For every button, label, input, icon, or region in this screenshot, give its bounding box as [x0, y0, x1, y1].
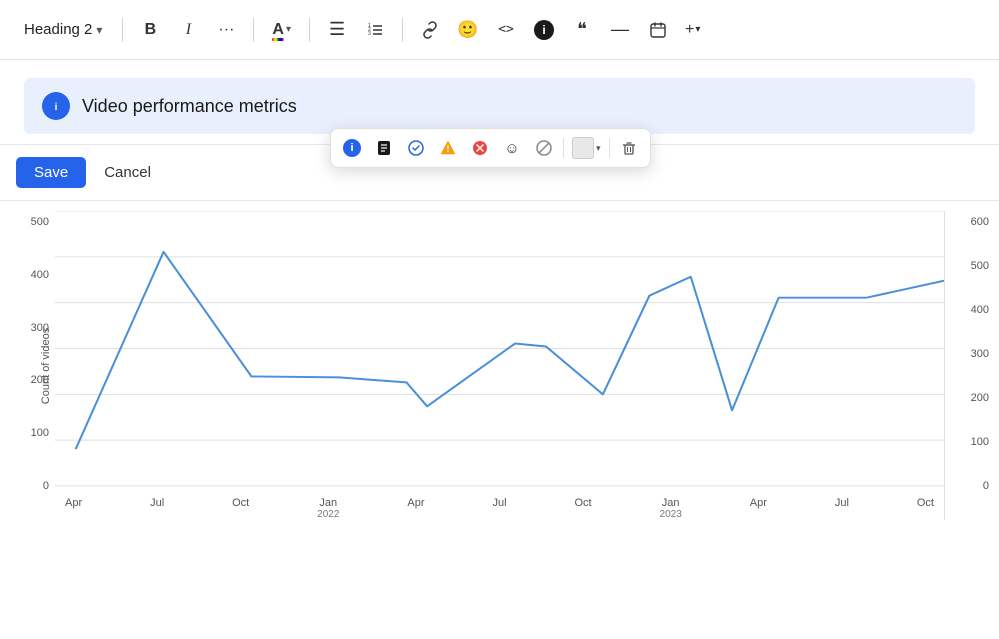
right-y-100: 100	[971, 436, 989, 448]
main-toolbar: Heading 2 ▾ B I ··· A ▾ ☰ 1 2 3 🙂 <>	[0, 0, 999, 60]
italic-button[interactable]: I	[173, 15, 203, 45]
float-color-chevron-icon: ▾	[596, 143, 601, 154]
divider-3	[309, 18, 310, 42]
heading-label: Heading 2	[24, 21, 92, 38]
info-callout[interactable]: i Video performance metrics	[24, 78, 975, 134]
color-bar	[272, 38, 284, 41]
callout-info-icon: i	[42, 92, 70, 120]
divider-1	[122, 18, 123, 42]
divider-2	[253, 18, 254, 42]
right-y-axis: 600 500 400 300 200 100 0	[944, 211, 999, 520]
right-y-600: 600	[971, 216, 989, 228]
x-label-apr3: Apr	[750, 497, 767, 520]
quote-button[interactable]: ❝	[567, 15, 597, 45]
float-check-button[interactable]	[401, 133, 431, 163]
heading-select[interactable]: Heading 2 ▾	[16, 17, 110, 42]
code-button[interactable]: <>	[491, 15, 521, 45]
x-label-jan2023: Jan 2023	[660, 497, 682, 520]
heading-chevron-icon: ▾	[96, 23, 102, 37]
cancel-button[interactable]: Cancel	[96, 157, 159, 188]
chart-container: Count of videos 500 400 300 200 100 0	[0, 200, 999, 520]
unordered-list-button[interactable]: ☰	[322, 15, 352, 45]
right-y-500: 500	[971, 260, 989, 272]
right-y-200: 200	[971, 392, 989, 404]
float-divider	[563, 138, 564, 158]
plus-more-button[interactable]: + ▾	[681, 15, 704, 45]
float-note-button[interactable]	[369, 133, 399, 163]
x-label-jan2022: Jan 2022	[317, 497, 339, 520]
callout-text: Video performance metrics	[82, 96, 297, 117]
float-info-button[interactable]: i	[337, 133, 367, 163]
calendar-button[interactable]	[643, 15, 673, 45]
info-circle-button[interactable]: i	[529, 15, 559, 45]
float-emoji-button[interactable]: ☺	[497, 133, 527, 163]
ordered-list-button[interactable]: 1 2 3	[360, 15, 390, 45]
color-button[interactable]: A ▾	[266, 17, 297, 43]
divider-4	[402, 18, 403, 42]
y-label-400: 400	[31, 269, 49, 281]
x-label-oct2: Oct	[574, 497, 591, 520]
svg-text:3: 3	[368, 31, 371, 37]
float-color-button[interactable]: ▾	[568, 133, 605, 163]
color-chevron-icon: ▾	[286, 24, 291, 35]
save-button[interactable]: Save	[16, 157, 86, 188]
float-color-swatch	[572, 137, 594, 159]
right-y-400: 400	[971, 304, 989, 316]
y-axis-title: Count of videos	[40, 327, 52, 403]
emoji-button[interactable]: 🙂	[453, 15, 483, 45]
link-button[interactable]	[415, 15, 445, 45]
float-error-button[interactable]	[465, 133, 495, 163]
x-label-jul: Jul	[150, 497, 164, 520]
bold-button[interactable]: B	[135, 15, 165, 45]
right-y-300: 300	[971, 348, 989, 360]
x-label-apr2: Apr	[407, 497, 424, 520]
right-y-0: 0	[983, 480, 989, 492]
x-label-oct: Oct	[232, 497, 249, 520]
float-toolbar: i !	[330, 128, 651, 168]
float-block-button[interactable]	[529, 133, 559, 163]
y-label-500: 500	[31, 216, 49, 228]
x-label-apr: Apr	[65, 497, 82, 520]
float-divider-2	[609, 138, 610, 158]
chart-svg-area: Apr Jul Oct Jan 2022 Apr Jul Oct Jan 202…	[55, 211, 944, 520]
x-label-oct3: Oct	[917, 497, 934, 520]
color-icon: A	[272, 21, 284, 39]
float-trash-button[interactable]	[614, 133, 644, 163]
y-label-100: 100	[31, 427, 49, 439]
content-area: i Video performance metrics i	[0, 60, 999, 144]
more-button[interactable]: ···	[211, 15, 241, 45]
float-warning-button[interactable]: !	[433, 133, 463, 163]
svg-text:!: !	[447, 144, 450, 154]
dash-button[interactable]: —	[605, 15, 635, 45]
x-label-jul3: Jul	[835, 497, 849, 520]
svg-text:i: i	[55, 102, 58, 113]
y-label-0: 0	[43, 480, 49, 492]
x-label-jul2: Jul	[492, 497, 506, 520]
